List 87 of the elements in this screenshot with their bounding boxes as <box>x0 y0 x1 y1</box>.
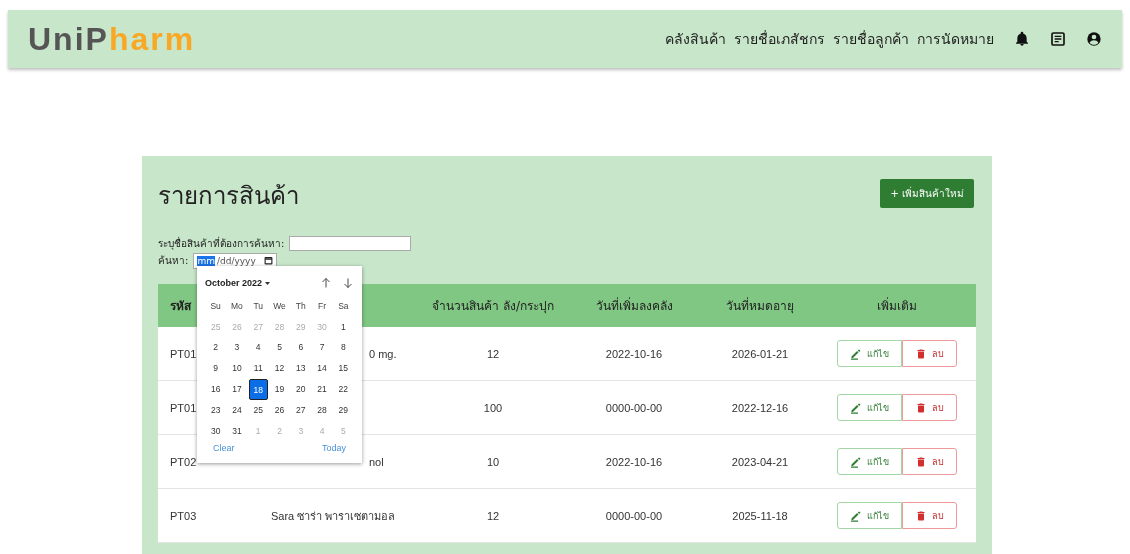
table-cell: 2026-01-21 <box>702 327 818 381</box>
nav-link[interactable]: รายชื่อลูกค้า <box>833 28 909 50</box>
calendar-day[interactable]: 19 <box>268 379 291 400</box>
calendar-day[interactable]: 12 <box>268 358 291 379</box>
weekday-label: We <box>272 300 287 313</box>
page-title: รายการสินค้า <box>158 181 299 212</box>
table-cell: 2022-12-16 <box>702 380 818 435</box>
column-header: วันที่หมดอายุ <box>702 284 818 327</box>
date-label: ค้นหา: <box>158 254 189 268</box>
calendar-day[interactable]: 5 <box>268 337 291 359</box>
table-cell: 2023-04-21 <box>702 434 818 489</box>
nav-link[interactable]: รายชื่อเภสัชกร <box>734 28 825 50</box>
weekday-label: Th <box>294 300 307 313</box>
edit-button[interactable]: แก้ไข <box>837 502 902 529</box>
calendar-day[interactable]: 25 <box>247 399 269 421</box>
column-header: เพิ่มเติม <box>818 284 976 327</box>
table-cell: 10 <box>420 434 566 489</box>
calendar-day[interactable]: 16 <box>205 379 227 400</box>
calendar-day[interactable]: 24 <box>226 399 248 421</box>
today-button[interactable]: Today <box>321 443 346 454</box>
trash-icon <box>915 455 927 468</box>
weekday-label: Su <box>209 300 222 313</box>
delete-button[interactable]: ลบ <box>902 394 957 421</box>
weekday-label: Mo <box>230 300 244 313</box>
calendar-icon <box>263 256 273 265</box>
calendar-day[interactable]: 13 <box>290 358 312 379</box>
calendar-day[interactable]: 8 <box>332 337 354 359</box>
weekday-label: Fr <box>317 300 328 313</box>
weekday-label: Tu <box>252 300 264 313</box>
table-cell: Sara ซาร่า พาราเซตามอล <box>270 488 420 543</box>
pencil-icon <box>850 401 862 414</box>
calendar-day[interactable]: 9 <box>205 358 227 379</box>
calendar-day[interactable]: 10 <box>226 358 248 379</box>
nav-link[interactable]: คลังสินค้า <box>665 28 726 50</box>
table-cell: 12 <box>420 488 566 543</box>
pencil-icon <box>850 347 862 360</box>
account-icon[interactable] <box>1086 31 1102 47</box>
calendar-day[interactable]: 2 <box>205 337 227 359</box>
nav-link[interactable]: การนัดหมาย <box>917 28 994 50</box>
trash-icon <box>915 401 927 414</box>
search-field[interactable] <box>289 236 412 251</box>
table-cell: 2025-11-18 <box>702 488 818 543</box>
trash-icon <box>915 347 927 360</box>
calendar-day[interactable]: 14 <box>311 358 333 379</box>
delete-button[interactable]: ลบ <box>902 448 957 475</box>
calendar-day[interactable]: 28 <box>311 399 333 421</box>
edit-button[interactable]: แก้ไข <box>837 394 902 421</box>
calendar-day[interactable]: 11 <box>247 358 269 379</box>
column-header: จำนวนสินค้า ลัง/กระปุก <box>420 284 566 327</box>
pencil-icon <box>850 509 862 522</box>
calendar-day[interactable]: 21 <box>311 379 333 400</box>
calendar-day[interactable]: 15 <box>332 358 354 379</box>
trash-icon <box>915 509 927 522</box>
pencil-icon <box>850 455 862 468</box>
edit-button[interactable]: แก้ไข <box>837 448 902 475</box>
column-header: วันที่เพิ่มลงคลัง <box>566 284 702 327</box>
calendar-day[interactable]: 7 <box>311 337 333 359</box>
table-cell: 2022-10-16 <box>566 327 702 381</box>
add-product-button[interactable]: + เพิ่มสินค้าใหม่ <box>880 179 974 208</box>
calendar-day[interactable]: 23 <box>205 399 227 421</box>
table-cell: PT03 <box>158 488 270 543</box>
logo[interactable]: UniPharm <box>28 20 196 58</box>
calendar-day[interactable]: 20 <box>290 379 312 400</box>
calendar-day[interactable]: 3 <box>226 337 248 359</box>
calendar-day[interactable]: 27 <box>290 399 312 421</box>
calendar-day[interactable]: 26 <box>268 399 291 421</box>
calendar-icon[interactable] <box>1050 31 1066 47</box>
delete-button[interactable]: ลบ <box>902 340 957 367</box>
table-cell: 12 <box>420 327 566 381</box>
clear-button[interactable]: Clear <box>213 443 235 454</box>
up-arrow-icon[interactable] <box>320 276 332 290</box>
calendar-day[interactable]: 29 <box>332 399 354 421</box>
bell-icon[interactable] <box>1014 31 1030 47</box>
delete-button[interactable]: ลบ <box>902 502 957 529</box>
weekday-label: Sa <box>337 300 350 313</box>
table-cell: 100 <box>420 380 566 435</box>
table-cell: 2022-10-16 <box>566 434 702 489</box>
calendar-day[interactable]: 17 <box>226 379 248 400</box>
table-cell: 0000-00-00 <box>566 488 702 543</box>
edit-button[interactable]: แก้ไข <box>837 340 902 367</box>
down-arrow-icon[interactable] <box>342 276 354 290</box>
calendar-day[interactable]: 6 <box>290 337 312 359</box>
search-label: ระบุชื่อสินค้าที่ต้องการค้นหา: <box>158 236 285 251</box>
calendar-day[interactable]: 4 <box>247 337 269 359</box>
calendar-day[interactable]: 22 <box>332 379 354 400</box>
table-cell: 0000-00-00 <box>566 380 702 435</box>
calendar-day[interactable]: 18 <box>248 379 268 400</box>
